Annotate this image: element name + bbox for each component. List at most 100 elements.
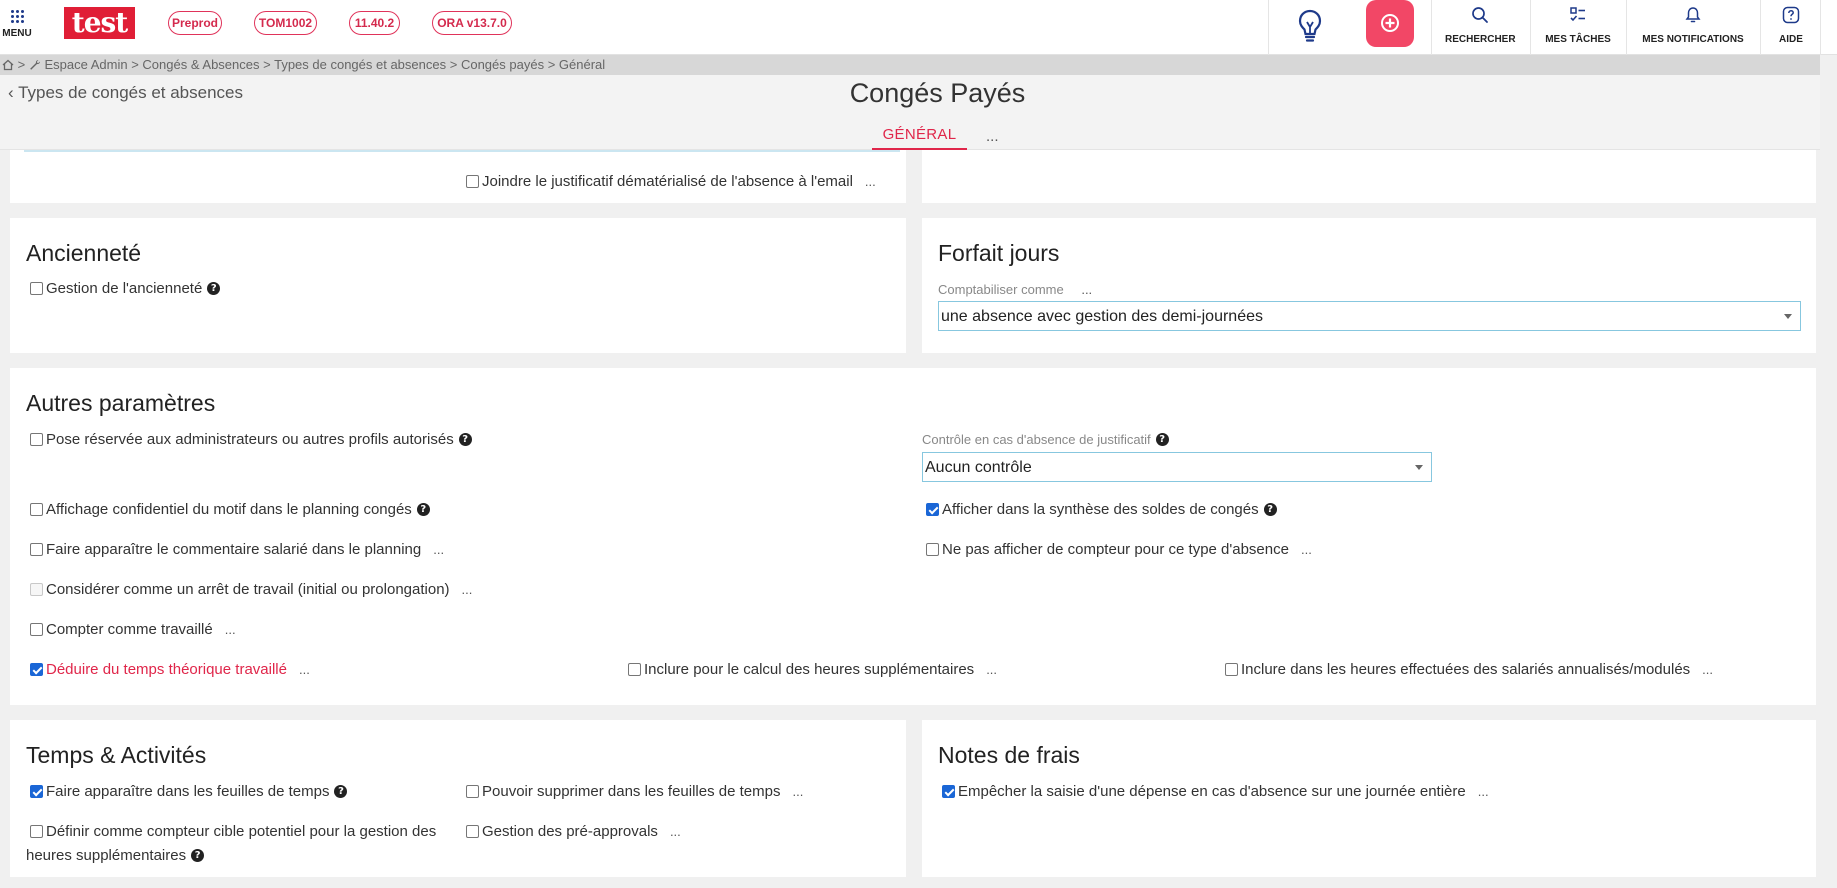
pose-checkbox[interactable] [30,433,43,446]
cible-label-line2: heures supplémentaires [26,847,187,864]
divider [1820,0,1821,55]
more-button[interactable]: ... [1478,784,1489,799]
deduire-checkbox[interactable] [30,663,43,676]
supprimer-label: Pouvoir supprimer dans les feuilles de t… [482,783,781,800]
feuilles-checkbox[interactable] [30,785,43,798]
more-button[interactable]: ... [1702,662,1713,677]
help-icon[interactable]: ? [334,785,348,798]
breadcrumb-item[interactable]: Général [559,57,605,72]
synthese-checkbox[interactable] [926,503,939,516]
more-button[interactable]: ... [299,662,310,677]
breadcrumb-separator: > [449,57,461,72]
plus-circle-icon [1381,14,1399,32]
heures-sup-row: Inclure pour le calcul des heures supplé… [628,661,997,678]
annualises-row: Inclure dans les heures effectuées des s… [1225,661,1713,678]
top-bar: MENU test Preprod TOM1002 11.40.2 ORA v1… [0,0,1837,55]
breadcrumb-item[interactable]: Congés & Absences [142,57,259,72]
help-icon[interactable]: ? [1263,503,1277,516]
more-button[interactable]: ... [865,174,876,189]
input-edge [24,150,900,152]
more-button[interactable]: ... [1081,282,1092,297]
supprimer-checkbox[interactable] [466,785,479,798]
tasks-button[interactable]: MES TÂCHES [1543,6,1613,47]
page-title: Congés Payés [849,78,1026,108]
help-icon[interactable]: ? [458,433,472,446]
tab-more[interactable]: ... [986,128,999,145]
tab-general[interactable]: GÉNÉRAL [872,126,967,150]
preapprovals-checkbox[interactable] [466,825,479,838]
more-button[interactable]: ... [1301,542,1312,557]
breadcrumb-item[interactable]: Types de congés et absences [274,57,446,72]
notifications-button[interactable]: MES NOTIFICATIONS [1636,6,1750,47]
more-button[interactable]: ... [670,824,681,839]
anciennete-checkbox[interactable] [30,282,43,295]
menu-button[interactable]: MENU [0,8,34,39]
card-right-top [922,150,1816,203]
section-title: Forfait jours [938,240,1060,266]
add-button[interactable] [1366,0,1414,47]
field-label: Comptabiliser comme ... [938,282,1092,297]
commentaire-checkbox[interactable] [30,543,43,556]
deduire-label: Déduire du temps théorique travaillé [46,661,287,678]
compteur-label: Ne pas afficher de compteur pour ce type… [942,541,1289,558]
vertical-scrollbar[interactable] [1820,55,1837,888]
breadcrumb-item[interactable]: Congés payés [461,57,544,72]
card-autres-parametres: Autres paramètres Pose réservée aux admi… [10,368,1816,705]
env-tag-tom: TOM1002 [254,11,317,35]
breadcrumb-separator: > [17,57,29,72]
controle-select[interactable]: Aucun contrôle [922,452,1432,482]
email-attach-row: Joindre le justificatif dématérialisé de… [466,173,876,190]
search-button[interactable]: RECHERCHER [1445,6,1516,47]
cible-checkbox[interactable] [30,825,43,838]
empecher-checkbox[interactable] [942,785,955,798]
anciennete-row: Gestion de l'ancienneté ? [30,280,221,297]
affichage-checkbox[interactable] [30,503,43,516]
section-title: Temps & Activités [26,742,207,768]
more-button[interactable]: ... [462,582,473,597]
card-temps-activites: Temps & Activités Faire apparaître dans … [10,720,906,877]
card-forfait-jours: Forfait jours Comptabiliser comme ... un… [922,218,1816,353]
more-button[interactable]: ... [225,622,236,637]
cible-row-continued: heures supplémentaires ? [26,847,205,864]
card-anciennete: Ancienneté Gestion de l'ancienneté ? [10,218,906,353]
affichage-row: Affichage confidentiel du motif dans le … [30,501,430,518]
notifications-label: MES NOTIFICATIONS [1642,34,1744,45]
section-title: Notes de frais [938,742,1080,768]
home-icon[interactable] [2,59,14,71]
logo[interactable]: test [64,7,135,39]
card-notes-de-frais: Notes de frais Empêcher la saisie d'une … [922,720,1816,877]
comptabiliser-select[interactable]: une absence avec gestion des demi-journé… [938,301,1801,331]
wrench-icon [30,60,40,70]
help-icon[interactable]: ? [416,503,430,516]
travaille-label: Compter comme travaillé [46,621,213,638]
divider [1760,0,1761,55]
more-button[interactable]: ... [792,784,803,799]
annualises-checkbox[interactable] [1225,663,1238,676]
help-icon[interactable]: ? [191,849,205,862]
breadcrumb-separator: > [547,57,559,72]
divider [1431,0,1432,55]
affichage-label: Affichage confidentiel du motif dans le … [46,501,412,518]
help-button[interactable]: AIDE [1770,6,1812,47]
cible-row: Définir comme compteur cible potentiel p… [30,823,436,840]
heures-sup-label: Inclure pour le calcul des heures supplé… [644,661,975,678]
search-label: RECHERCHER [1445,34,1516,45]
breadcrumb: > Espace Admin > Congés & Absences > Typ… [0,55,1820,75]
email-attach-checkbox[interactable] [466,175,479,188]
help-icon [1782,6,1800,24]
preapprovals-row: Gestion des pré-approvals ... [466,823,681,840]
preapprovals-label: Gestion des pré-approvals [482,823,658,840]
lightbulb-icon[interactable] [1296,8,1324,44]
more-button[interactable]: ... [986,662,997,677]
help-icon[interactable]: ? [207,282,221,295]
heures-sup-checkbox[interactable] [628,663,641,676]
more-button[interactable]: ... [433,542,444,557]
section-title: Ancienneté [26,240,142,266]
env-tag-preprod: Preprod [168,11,222,35]
help-icon[interactable]: ? [1155,433,1169,446]
card-notifications-email: Joindre le justificatif dématérialisé de… [10,150,906,203]
breadcrumb-item[interactable]: Espace Admin [44,57,127,72]
divider [1530,0,1531,55]
compteur-checkbox[interactable] [926,543,939,556]
travaille-checkbox[interactable] [30,623,43,636]
